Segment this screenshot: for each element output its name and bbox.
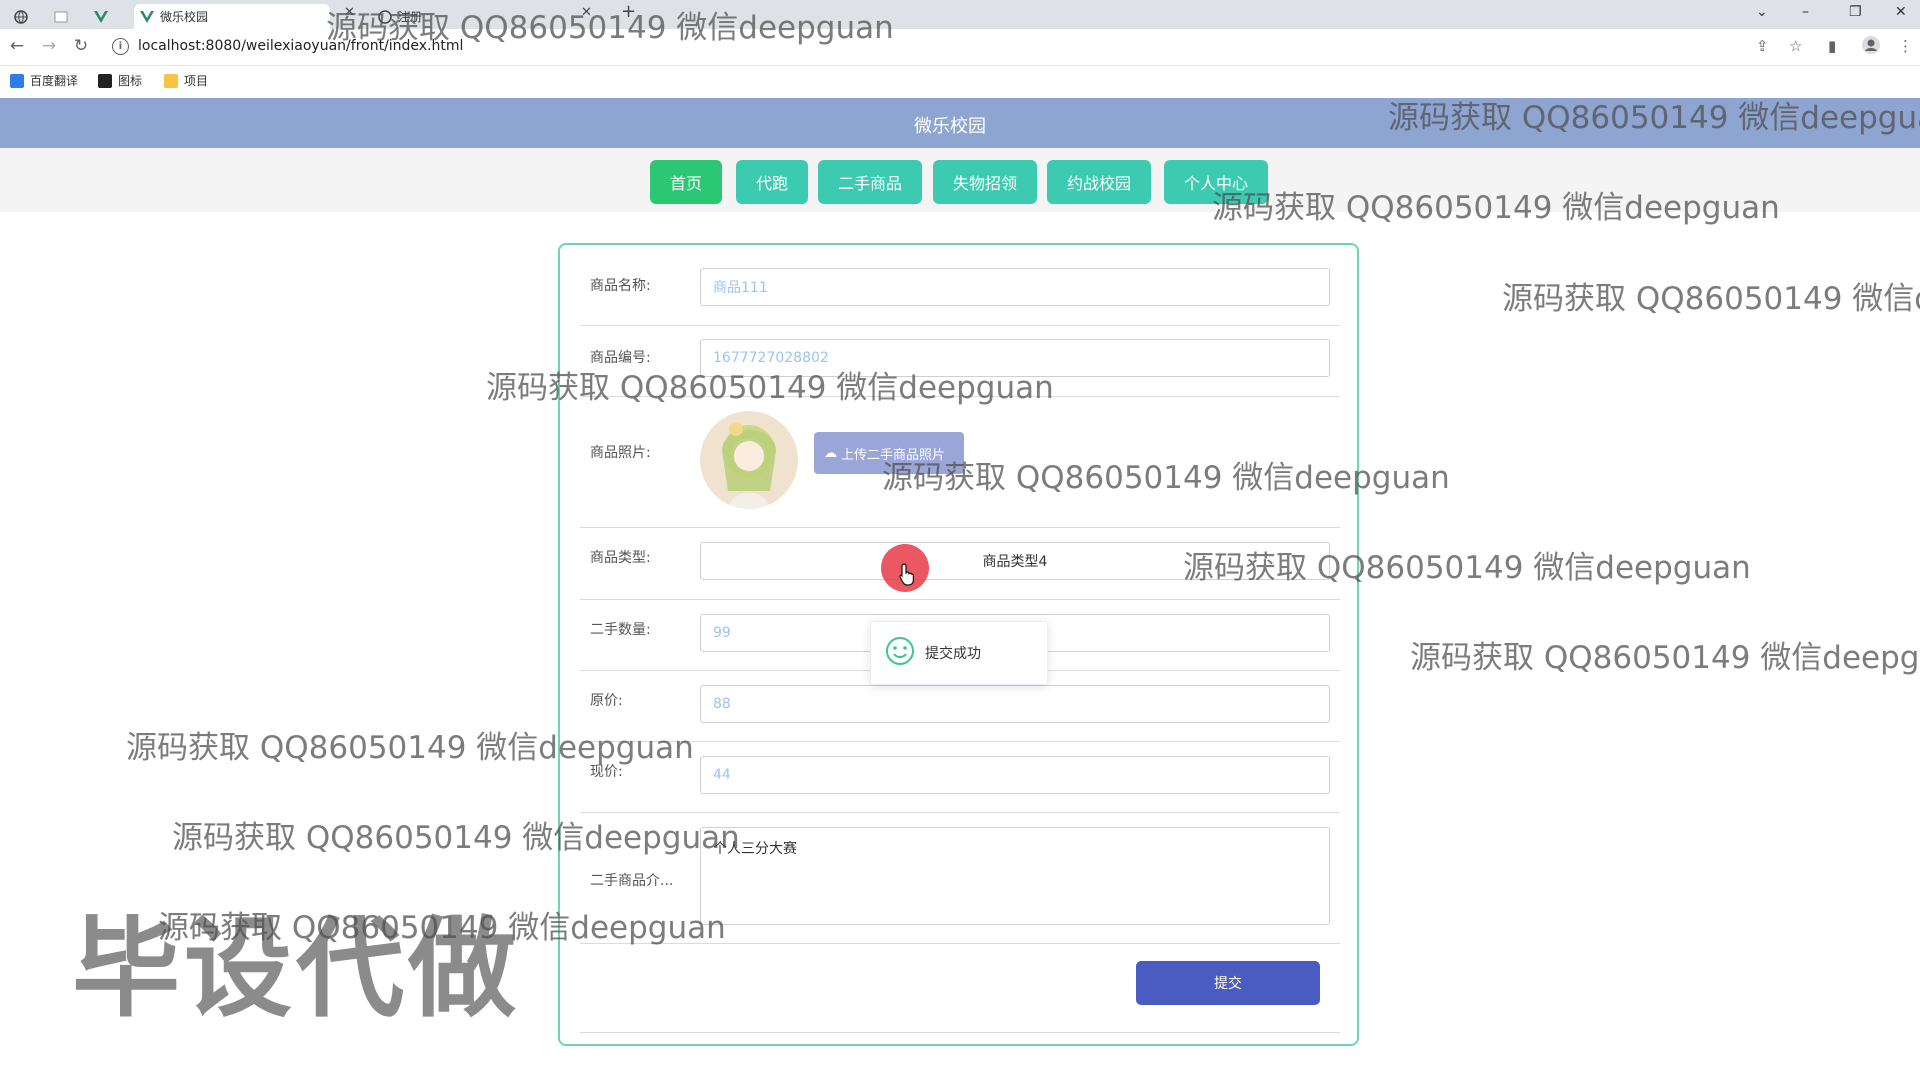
watermark-text: 源码获取 QQ86050149 微信deepguan	[326, 10, 894, 46]
intro-label: 二手商品介...	[590, 873, 674, 889]
bookmark-label: 百度翻译	[30, 74, 79, 88]
form-row-current-price: 现价: 44	[580, 741, 1340, 813]
translate-icon	[10, 73, 24, 88]
bookmark-icons[interactable]: 图标	[98, 72, 142, 89]
current-price-input[interactable]: 44	[700, 756, 1330, 794]
watermark-text: 源码获取 QQ86050149 微信deepguan	[1183, 550, 1751, 586]
bookmark-baidu-fanyi[interactable]: 百度翻译	[10, 72, 78, 89]
address-bar: ← → ↻ i localhost:8080/weilexiaoyuan/fro…	[0, 29, 1920, 66]
goods-type-label: 商品类型:	[590, 550, 651, 566]
bookmark-star-icon[interactable]: ☆	[1789, 37, 1802, 55]
original-price-label: 原价:	[590, 693, 623, 709]
watermark-text: 源码获取 QQ86050149 微信deepguan	[1502, 281, 1920, 317]
form-row-name: 商品名称: 商品111	[580, 265, 1340, 326]
nav-lost-found[interactable]: 失物招领	[933, 160, 1037, 204]
smile-icon	[885, 636, 915, 670]
forward-icon[interactable]: →	[38, 35, 60, 57]
image-icon	[98, 73, 112, 88]
cloud-upload-icon: ☁	[824, 445, 837, 461]
watermark-text: 源码获取 QQ86050149 微信deepguan	[172, 820, 740, 856]
back-icon[interactable]: ←	[6, 35, 28, 57]
hand-cursor-icon	[898, 562, 918, 590]
globe-icon	[14, 9, 28, 24]
side-panel-icon[interactable]: ▮	[1828, 37, 1836, 55]
watermark-text: 源码获取 QQ86050149 微信deepguan	[882, 460, 1450, 496]
page-icon	[54, 10, 68, 24]
tab-3[interactable]	[94, 4, 114, 29]
nav-errand[interactable]: 代跑	[736, 160, 808, 204]
original-price-input[interactable]: 88	[700, 685, 1330, 723]
nav-home[interactable]: 首页	[650, 160, 722, 204]
vue-logo-icon	[140, 10, 154, 24]
watermark-text: 源码获取 QQ86050149 微信deepguan	[1212, 190, 1780, 226]
tab-2[interactable]	[54, 4, 74, 29]
form-row-actions	[580, 945, 1340, 1033]
tab-1[interactable]	[14, 4, 34, 29]
vue-logo-icon	[94, 10, 108, 24]
reload-icon[interactable]: ↻	[70, 35, 92, 57]
intro-textarea[interactable]: 个人三分大赛	[700, 827, 1330, 925]
folder-icon	[164, 73, 178, 88]
watermark-text: 源码获取 QQ86050149 微信deepguan	[126, 730, 694, 766]
goods-photo-thumbnail	[700, 411, 798, 509]
site-info-icon[interactable]: i	[112, 38, 129, 55]
goods-name-label: 商品名称:	[590, 278, 651, 294]
minimize-icon[interactable]: –	[1802, 4, 1809, 20]
bookmark-folder-project[interactable]: 项目	[164, 72, 208, 89]
menu-kebab-icon[interactable]: ⋮	[1898, 37, 1913, 55]
goods-photo-label: 商品照片:	[590, 445, 651, 461]
goods-name-input[interactable]: 商品111	[700, 268, 1330, 306]
nav-secondhand[interactable]: 二手商品	[818, 160, 922, 204]
bookmark-label: 项目	[184, 74, 209, 88]
bookmark-label: 图标	[118, 74, 143, 88]
restore-icon[interactable]: ❐	[1849, 4, 1862, 20]
nav-campus-match[interactable]: 约战校园	[1047, 160, 1151, 204]
watermark-text: 源码获取 QQ86050149 微信deepguan	[1388, 100, 1920, 136]
watermark-text: 源码获取 QQ86050149 微信deepguan	[486, 370, 1054, 406]
close-window-icon[interactable]: ✕	[1895, 4, 1907, 20]
toast-message: 提交成功	[925, 646, 981, 662]
browser-tab-strip: 微乐校园 ✕ 注册 ✕ + ⌄ – ❐ ✕	[0, 0, 1920, 29]
watermark-text: 源码获取 QQ86050149 微信deepguan	[158, 910, 726, 946]
tab-active[interactable]: 微乐校园	[134, 4, 330, 29]
watermark-text: 源码获取 QQ86050149 微信deepguan	[1410, 640, 1920, 676]
quantity-label: 二手数量:	[590, 622, 651, 638]
tab-active-label: 微乐校园	[160, 10, 209, 24]
share-icon[interactable]: ⇪	[1756, 37, 1769, 55]
profile-icon[interactable]	[1861, 35, 1881, 59]
tab-search-icon[interactable]: ⌄	[1756, 4, 1768, 20]
success-toast: 提交成功	[870, 621, 1048, 685]
